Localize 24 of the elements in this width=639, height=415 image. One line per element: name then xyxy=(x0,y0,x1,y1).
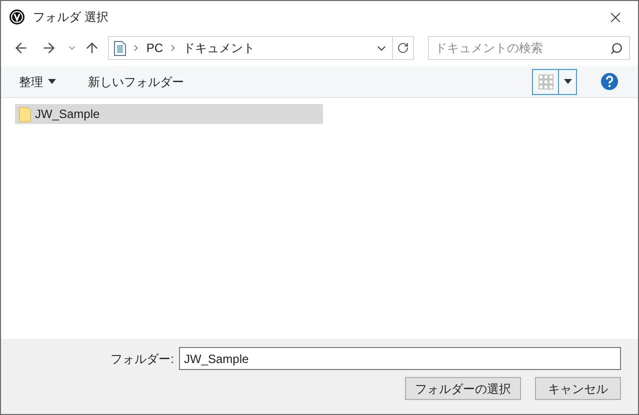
forward-arrow-icon xyxy=(40,40,57,56)
new-folder-button[interactable]: 新しいフォルダー xyxy=(88,72,184,90)
folder-icon xyxy=(19,106,31,122)
breadcrumb[interactable]: ドキュメント xyxy=(183,39,256,57)
cancel-button[interactable]: キャンセル xyxy=(535,377,621,400)
view-switcher[interactable] xyxy=(532,68,577,94)
document-icon xyxy=(114,40,126,56)
grid-view-icon xyxy=(538,74,554,90)
help-icon[interactable] xyxy=(601,73,618,90)
back-arrow-icon xyxy=(12,40,29,56)
folder-label: フォルダー: xyxy=(110,350,174,368)
caret-icon xyxy=(564,79,572,84)
window-title: フォルダ 選択 xyxy=(33,9,108,26)
caret-icon xyxy=(48,79,56,84)
folder-name-field[interactable]: JW_Sample xyxy=(179,347,621,370)
address-bar[interactable]: PC ドキュメント xyxy=(108,36,414,60)
select-folder-button[interactable]: フォルダーの選択 xyxy=(405,377,521,400)
search-field[interactable]: ドキュメントの検索 xyxy=(428,36,630,60)
search-icon xyxy=(610,42,623,55)
folder-item[interactable]: JW_Sample xyxy=(15,104,323,124)
organize-menu[interactable]: 整理 xyxy=(19,72,56,90)
app-logo-icon xyxy=(9,9,25,25)
breadcrumb[interactable]: PC xyxy=(146,39,164,57)
refresh-icon xyxy=(397,42,409,54)
